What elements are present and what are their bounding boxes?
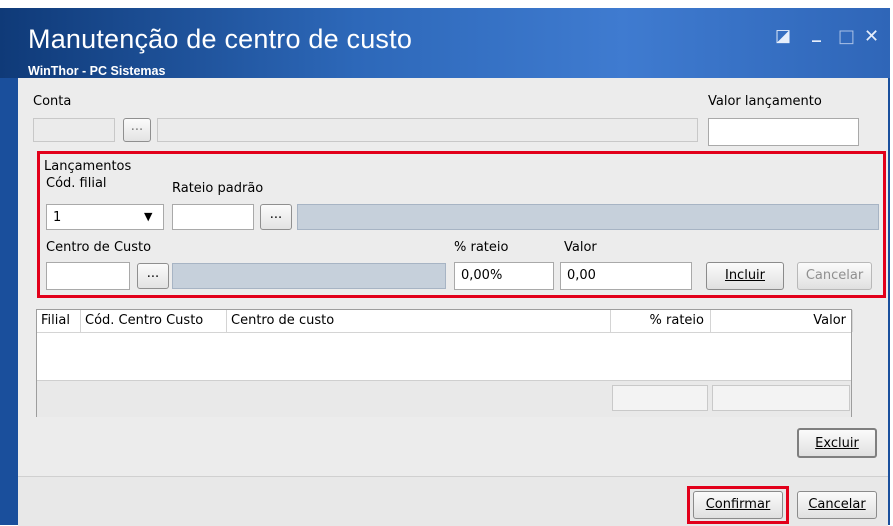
centro-custo-input[interactable] <box>46 262 130 290</box>
conta-code-input[interactable] <box>33 118 115 142</box>
valor-lancamento-field <box>708 118 859 146</box>
confirmar-button[interactable]: Confirmar <box>693 491 783 519</box>
valor-input[interactable]: 0,00 <box>560 262 692 290</box>
column-header-filial[interactable]: Filial <box>37 310 81 332</box>
cod-filial-select[interactable]: 1 ▼ <box>46 204 164 230</box>
window-subtitle: WinThor - PC Sistemas <box>28 64 166 78</box>
title-bar[interactable]: Manutenção de centro de custo WinThor - … <box>0 8 890 78</box>
total-percent-rateio-cell <box>612 385 708 411</box>
total-valor-cell <box>712 385 850 411</box>
cancelar-button-label: Cancelar <box>808 497 866 512</box>
rateio-padrao-lookup-button[interactable]: ... <box>260 204 292 230</box>
header-divider <box>37 332 851 333</box>
centro-custo-label: Centro de Custo <box>46 240 152 255</box>
column-header-centro-de-custo[interactable]: Centro de custo <box>227 310 611 332</box>
rateio-padrao-input[interactable] <box>172 204 254 230</box>
window-title: Manutenção de centro de custo <box>28 24 413 54</box>
minimize-icon[interactable]: _ <box>812 22 821 43</box>
excluir-button-label: Excluir <box>815 436 859 451</box>
column-header-valor[interactable]: Valor <box>711 310 853 332</box>
column-header-percent-rateio[interactable]: % rateio <box>611 310 711 332</box>
column-header-cod-centro-custo[interactable]: Cód. Centro Custo <box>81 310 227 332</box>
percent-rateio-label: % rateio <box>454 240 509 255</box>
rateio-padrao-description-field <box>297 204 879 230</box>
grid-totals-row <box>37 380 851 417</box>
incluir-button[interactable]: Incluir <box>706 262 784 290</box>
maximize-icon[interactable]: □ <box>838 26 855 47</box>
percent-rateio-input[interactable]: 0,00% <box>454 262 554 290</box>
rateio-padrao-label: Rateio padrão <box>172 181 264 196</box>
centro-custo-lookup-button[interactable]: ... <box>137 263 169 289</box>
cod-filial-value: 1 <box>53 210 62 225</box>
excluir-button[interactable]: Excluir <box>797 428 877 458</box>
conta-description-field <box>157 118 698 142</box>
conta-lookup-button[interactable]: ... <box>123 118 151 142</box>
chevron-down-icon[interactable]: ▼ <box>144 210 152 223</box>
centro-custo-description-field <box>172 263 446 289</box>
valor-label: Valor <box>564 240 597 255</box>
valor-lancamento-label: Valor lançamento <box>708 94 822 109</box>
conta-label: Conta <box>33 94 72 109</box>
close-icon[interactable]: ✕ <box>864 26 879 47</box>
lancamentos-group-label: Lançamentos <box>44 159 132 174</box>
cancelar-button[interactable]: Cancelar <box>797 491 877 519</box>
restore-icon[interactable]: ◪ <box>775 26 791 46</box>
incluir-button-label: Incluir <box>724 268 766 283</box>
confirmar-button-label: Confirmar <box>705 497 771 512</box>
cod-filial-label: Cód. filial <box>46 176 107 191</box>
rateio-grid[interactable]: Filial Cód. Centro Custo Centro de custo… <box>36 309 853 417</box>
cancelar-lancamento-button[interactable]: Cancelar <box>797 262 872 290</box>
